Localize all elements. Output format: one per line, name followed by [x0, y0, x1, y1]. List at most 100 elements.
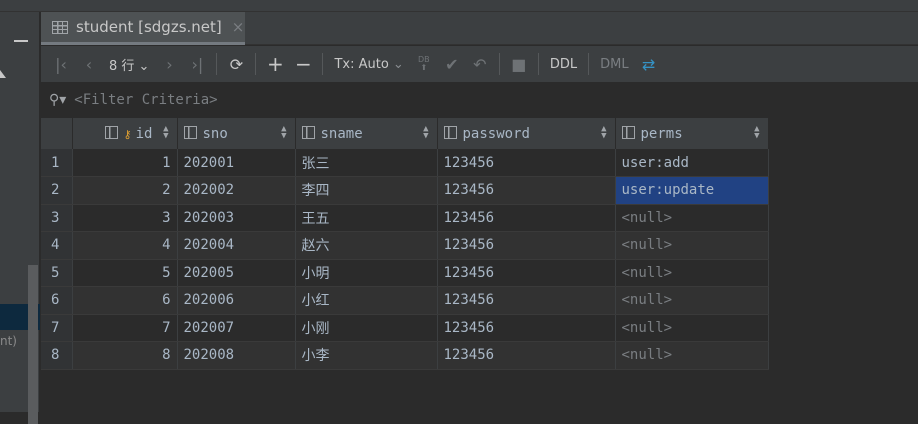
tab-bar: student [sdgzs.net] ×: [41, 12, 918, 45]
row-number[interactable]: 4: [41, 231, 73, 260]
cell-id[interactable]: 1: [72, 149, 178, 177]
cell-perms[interactable]: <null>: [615, 314, 769, 342]
sort-icon[interactable]: ▲ ▼: [163, 125, 168, 141]
commit-icon[interactable]: ✔: [438, 55, 466, 74]
compare-icon[interactable]: ⇄: [635, 55, 663, 74]
row-number[interactable]: 8: [41, 341, 73, 370]
row-number[interactable]: 1: [41, 149, 73, 177]
close-tab-icon[interactable]: ×: [232, 18, 245, 36]
tx-mode-dropdown[interactable]: Tx: Auto ⌄: [328, 57, 409, 72]
filter-input[interactable]: <Filter Criteria>: [74, 92, 217, 108]
cell-id[interactable]: 6: [72, 286, 178, 315]
tx-label: Tx: Auto: [334, 56, 389, 72]
column-header-id[interactable]: ⚷ id ▲ ▼: [72, 118, 178, 149]
cell-id[interactable]: 4: [72, 231, 178, 260]
cell-perms[interactable]: <null>: [615, 259, 769, 287]
rows-count-dropdown[interactable]: 8 行 ⌄: [103, 55, 155, 74]
sort-icon[interactable]: ▲ ▼: [281, 125, 286, 141]
cell-password[interactable]: 123456: [437, 231, 616, 260]
sort-icon[interactable]: ▲ ▼: [754, 125, 759, 141]
sort-icon[interactable]: ▲ ▼: [601, 125, 606, 141]
row-number[interactable]: 2: [41, 176, 73, 205]
cell-sname[interactable]: 王五: [295, 204, 438, 232]
minimize-icon[interactable]: [14, 40, 28, 42]
table-row[interactable]: 1 1 202001 张三 123456 user:add: [41, 149, 769, 177]
cell-password[interactable]: 123456: [437, 204, 616, 232]
tab-student[interactable]: student [sdgzs.net] ×: [41, 12, 245, 45]
table-row[interactable]: 8 8 202008 小李 123456 <null>: [41, 341, 769, 370]
window-top-strip: [0, 0, 918, 12]
cell-perms[interactable]: user:update: [615, 176, 769, 205]
column-header-password[interactable]: password ▲ ▼: [437, 118, 616, 149]
column-header-sname[interactable]: sname ▲ ▼: [295, 118, 438, 149]
row-number[interactable]: 3: [41, 204, 73, 232]
filter-bar[interactable]: ⚲▾ <Filter Criteria>: [41, 82, 918, 118]
cell-password[interactable]: 123456: [437, 259, 616, 287]
refresh-icon[interactable]: ⟳: [222, 55, 250, 74]
delete-row-icon[interactable]: −: [289, 52, 317, 76]
column-header-sno[interactable]: sno ▲ ▼: [177, 118, 296, 149]
row-number[interactable]: 5: [41, 259, 73, 287]
cell-sno[interactable]: 202001: [177, 149, 296, 177]
column-label: id: [135, 125, 153, 142]
add-row-icon[interactable]: +: [261, 52, 289, 76]
row-number[interactable]: 6: [41, 286, 73, 315]
cell-sname[interactable]: 小明: [295, 259, 438, 287]
row-number-header: [41, 118, 73, 149]
cell-id[interactable]: 8: [72, 341, 178, 370]
cell-sno[interactable]: 202008: [177, 341, 296, 370]
db-submit-icon[interactable]: DB ⬆: [410, 56, 438, 72]
cell-sno[interactable]: 202006: [177, 286, 296, 315]
left-panel: nt): [0, 12, 40, 424]
cell-sno[interactable]: 202007: [177, 314, 296, 342]
table-row[interactable]: 3 3 202003 王五 123456 <null>: [41, 204, 769, 232]
cell-sno[interactable]: 202002: [177, 176, 296, 205]
cell-sno[interactable]: 202003: [177, 204, 296, 232]
cell-sname[interactable]: 赵六: [295, 231, 438, 260]
cell-perms[interactable]: <null>: [615, 231, 769, 260]
cell-password[interactable]: 123456: [437, 286, 616, 315]
column-header-perms[interactable]: perms ▲ ▼: [615, 118, 769, 149]
search-icon[interactable]: ⚲▾: [49, 92, 66, 108]
cell-perms[interactable]: <null>: [615, 204, 769, 232]
cell-sname[interactable]: 小刚: [295, 314, 438, 342]
cell-id[interactable]: 2: [72, 176, 178, 205]
left-scrollbar[interactable]: [28, 265, 38, 424]
table-row[interactable]: 4 4 202004 赵六 123456 <null>: [41, 231, 769, 260]
table-row[interactable]: 7 7 202007 小刚 123456 <null>: [41, 314, 769, 342]
cell-sno[interactable]: 202005: [177, 259, 296, 287]
cell-sname[interactable]: 小李: [295, 341, 438, 370]
cell-perms[interactable]: user:add: [615, 149, 769, 177]
sort-icon[interactable]: ▲ ▼: [423, 125, 428, 141]
cell-sname[interactable]: 李四: [295, 176, 438, 205]
cell-perms[interactable]: <null>: [615, 341, 769, 370]
cell-id[interactable]: 7: [72, 314, 178, 342]
column-label: perms: [640, 125, 683, 142]
last-page-icon[interactable]: ›|: [183, 55, 211, 74]
dml-button[interactable]: DML: [594, 57, 634, 72]
ddl-button[interactable]: DDL: [544, 57, 583, 72]
cell-password[interactable]: 123456: [437, 176, 616, 205]
column-icon: [104, 125, 118, 139]
table-row[interactable]: 2 2 202002 李四 123456 user:update: [41, 176, 769, 205]
cell-id[interactable]: 5: [72, 259, 178, 287]
cell-sname[interactable]: 小红: [295, 286, 438, 315]
cell-sname[interactable]: 张三: [295, 149, 438, 177]
cell-password[interactable]: 123456: [437, 149, 616, 177]
next-page-icon[interactable]: ›: [155, 55, 183, 74]
separator: [322, 53, 324, 75]
rollback-icon[interactable]: ↶: [466, 55, 494, 74]
table-row[interactable]: 5 5 202005 小明 123456 <null>: [41, 259, 769, 287]
header-row: ⚷ id ▲ ▼ sno ▲ ▼ sname ▲ ▼ password ▲ ▼ perms ▲ ▼: [41, 118, 769, 149]
row-number[interactable]: 7: [41, 314, 73, 342]
prev-page-icon[interactable]: ‹: [75, 55, 103, 74]
filter-icon[interactable]: [0, 70, 6, 78]
cell-password[interactable]: 123456: [437, 341, 616, 370]
cell-sno[interactable]: 202004: [177, 231, 296, 260]
cell-perms[interactable]: <null>: [615, 286, 769, 315]
table-row[interactable]: 6 6 202006 小红 123456 <null>: [41, 286, 769, 315]
cell-id[interactable]: 3: [72, 204, 178, 232]
first-page-icon[interactable]: |‹: [47, 55, 75, 74]
stop-icon[interactable]: ■: [505, 55, 533, 74]
cell-password[interactable]: 123456: [437, 314, 616, 342]
